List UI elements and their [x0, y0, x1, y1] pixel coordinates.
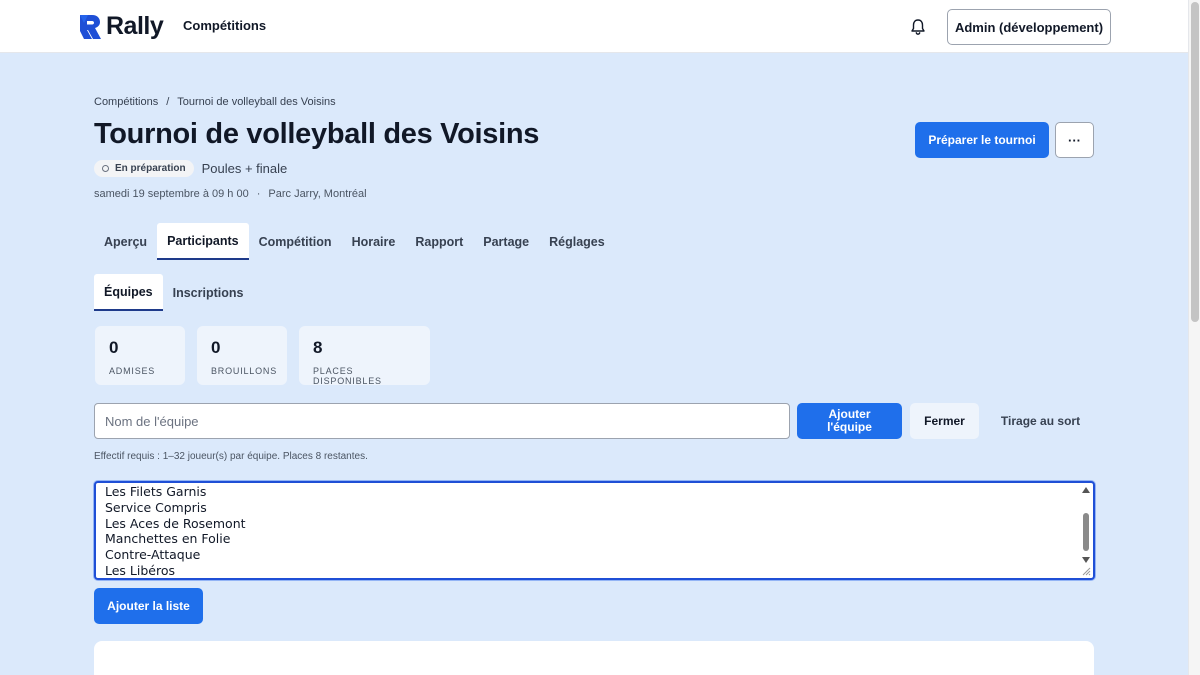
user-menu-button[interactable]: Admin (développement)	[947, 9, 1111, 45]
breadcrumb-current: Tournoi de volleyball des Voisins	[177, 96, 336, 108]
more-actions-button[interactable]: ···	[1055, 122, 1094, 158]
tab-partage[interactable]: Partage	[473, 223, 539, 260]
nav-competitions-link[interactable]: Compétitions	[183, 18, 266, 33]
team-name-input[interactable]	[94, 403, 790, 439]
stat-value: 0	[109, 338, 119, 357]
main-tabs: Aperçu Participants Compétition Horaire …	[94, 223, 615, 260]
status-badge: En préparation	[94, 160, 194, 177]
teams-list-card	[94, 641, 1094, 675]
stat-label: PLACES DISPONIBLES	[313, 366, 382, 386]
bulk-teams-lines: Les Filets Garnis Service Compris Les Ac…	[105, 484, 246, 578]
stat-card-admitted: 0 ADMISES	[95, 326, 185, 385]
draw-button[interactable]: Tirage au sort	[987, 403, 1094, 439]
tab-horaire[interactable]: Horaire	[342, 223, 406, 260]
breadcrumb-competitions-link[interactable]: Compétitions	[94, 96, 158, 108]
stat-value: 0	[211, 338, 221, 357]
tab-participants[interactable]: Participants	[157, 223, 249, 260]
bulk-line: Les Libéros	[105, 562, 176, 578]
tournament-meta: samedi 19 septembre à 09 h 00 · Parc Jar…	[94, 188, 367, 200]
breadcrumb-separator: /	[166, 96, 170, 108]
stat-label: ADMISES	[109, 366, 156, 376]
textarea-scrollbar[interactable]	[1081, 485, 1091, 577]
meta-separator: ·	[256, 188, 261, 200]
page-title: Tournoi de volleyball des Voisins	[94, 118, 540, 150]
add-team-label-line2: l'équipe	[827, 420, 872, 434]
add-team-button[interactable]: Ajouter l'équipe	[797, 403, 902, 439]
bulk-line: Service Compris	[105, 499, 207, 515]
bulk-line: Contre-Attaque	[105, 547, 201, 563]
resize-grip-icon[interactable]	[1081, 566, 1091, 576]
status-badge-label: En préparation	[115, 163, 186, 174]
brand-name: Rally	[106, 12, 164, 40]
page-scrollbar-thumb[interactable]	[1191, 2, 1199, 322]
team-size-helper: Effectif requis : 1–32 joueur(s) par équ…	[94, 451, 368, 462]
bell-icon[interactable]	[908, 17, 928, 37]
stat-card-available-spots: 8 PLACES DISPONIBLES	[299, 326, 430, 386]
stat-value: 8	[313, 338, 323, 357]
bulk-line: Manchettes en Folie	[105, 531, 231, 547]
status-dot-icon	[102, 165, 109, 172]
subtab-equipes[interactable]: Équipes	[94, 274, 163, 311]
tab-rapport[interactable]: Rapport	[405, 223, 473, 260]
bulk-teams-textarea[interactable]: Les Filets Garnis Service Compris Les Ac…	[94, 481, 1095, 580]
prepare-tournament-button[interactable]: Préparer le tournoi	[915, 122, 1049, 158]
tournament-format: Poules + finale	[201, 161, 288, 176]
close-button[interactable]: Fermer	[910, 403, 979, 439]
tournament-location: Parc Jarry, Montréal	[268, 188, 367, 200]
status-row: En préparation Poules + finale	[94, 160, 287, 177]
top-navbar: Rally Compétitions Admin (développement)	[0, 0, 1188, 53]
stat-label: BROUILLONS	[211, 366, 278, 376]
participants-subtabs: Équipes Inscriptions	[94, 274, 253, 311]
add-team-label-line1: Ajouter	[828, 407, 871, 421]
tournament-date: samedi 19 septembre à 09 h 00	[94, 188, 249, 200]
add-list-button[interactable]: Ajouter la liste	[94, 588, 203, 624]
breadcrumb: Compétitions / Tournoi de volleyball des…	[94, 96, 336, 108]
bulk-line: Les Aces de Rosemont	[105, 515, 246, 531]
scroll-down-icon[interactable]	[1082, 557, 1090, 563]
bulk-line: Les Filets Garnis	[105, 484, 207, 499]
tab-reglages[interactable]: Réglages	[539, 223, 615, 260]
rally-logo-icon	[80, 14, 101, 39]
brand-logo[interactable]: Rally	[78, 12, 164, 41]
textarea-scrollbar-thumb[interactable]	[1083, 513, 1089, 551]
tab-competition[interactable]: Compétition	[249, 223, 342, 260]
tab-apercu[interactable]: Aperçu	[94, 223, 157, 260]
page-scrollbar[interactable]	[1188, 0, 1200, 675]
scroll-up-icon[interactable]	[1082, 487, 1090, 493]
subtab-inscriptions[interactable]: Inscriptions	[163, 274, 254, 311]
ellipsis-icon: ···	[1068, 132, 1081, 148]
stat-card-drafts: 0 BROUILLONS	[197, 326, 287, 385]
